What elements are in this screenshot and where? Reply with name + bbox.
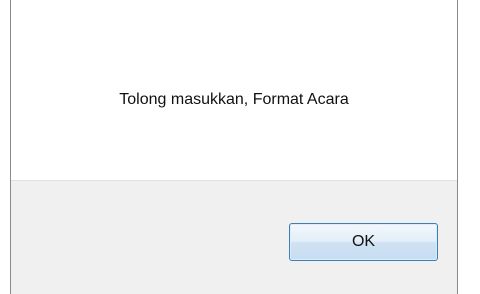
dialog-footer: OK [11,180,457,294]
ok-button-label: OK [351,233,376,250]
ok-button[interactable]: OK [289,223,438,261]
message-dialog: Tolong masukkan, Format Acara OK [10,0,458,294]
dialog-message: Tolong masukkan, Format Acara [119,91,349,108]
dialog-body: Tolong masukkan, Format Acara [11,0,457,180]
